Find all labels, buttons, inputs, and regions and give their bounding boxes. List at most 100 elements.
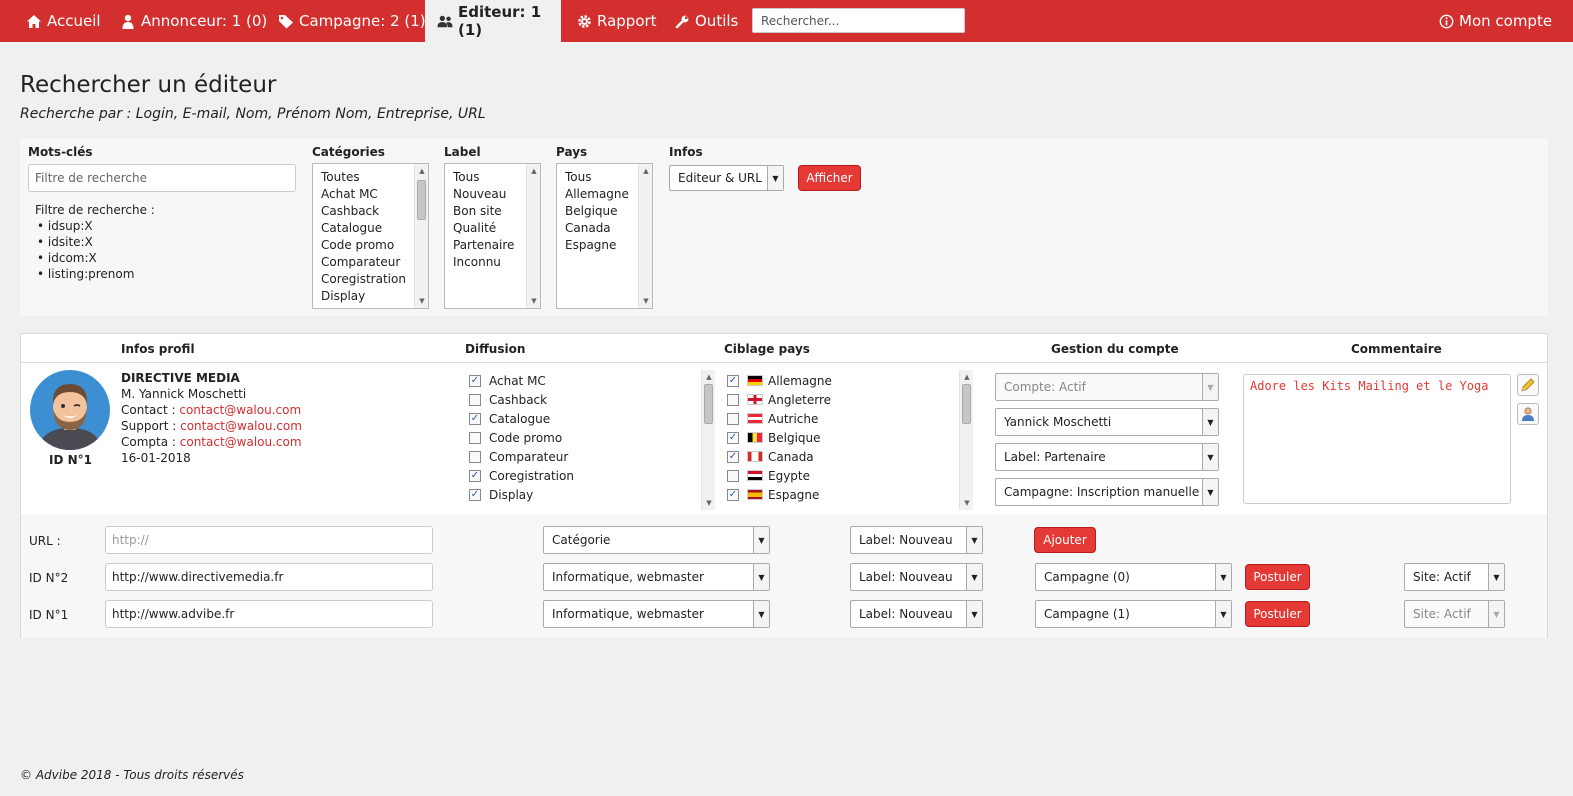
nav-advertiser[interactable]: Annonceur: 1 (0) <box>108 0 279 42</box>
targeting-option[interactable]: ✓ Belgique <box>727 428 973 447</box>
diffusion-checkbox[interactable]: ✓ <box>469 374 481 387</box>
publisher-id: ID N°1 <box>49 453 92 467</box>
targeting-option[interactable]: ✓ Espagne <box>727 485 973 504</box>
apply-button[interactable]: Postuler <box>1245 601 1310 627</box>
site-category-select[interactable]: Informatique, webmaster ▼ <box>543 600 770 628</box>
category-option[interactable]: Comparateur <box>321 254 428 271</box>
scroll-down-icon[interactable]: ▼ <box>527 294 540 308</box>
diffusion-checkbox[interactable] <box>469 450 481 463</box>
targeting-scrollbar[interactable]: ▲ ▼ <box>959 370 973 510</box>
new-label-select[interactable]: Label: Nouveau ▼ <box>850 526 983 554</box>
site-label-value: Label: Nouveau <box>859 570 953 584</box>
site-url-input[interactable]: http://www.advibe.fr <box>105 600 433 628</box>
nav-account[interactable]: Mon compte <box>1426 0 1564 42</box>
targeting-checklist[interactable]: ✓ Allemagne Angleterre Autriche ✓ Belgique ✓ Ca… <box>727 370 973 510</box>
diffusion-option[interactable]: Cashback <box>469 390 715 409</box>
categories-scrollbar[interactable]: ▲ ▼ <box>414 164 428 308</box>
nav-report-label: Rapport <box>597 12 657 30</box>
billing-email-link[interactable]: contact@walou.com <box>180 435 302 449</box>
info-select[interactable]: Editeur & URL ▼ <box>669 165 784 191</box>
site-label-select[interactable]: Label: Nouveau ▼ <box>850 600 983 628</box>
campaign-mode-select[interactable]: Campagne: Inscription manuelle ▼ <box>995 478 1219 506</box>
diffusion-checkbox[interactable]: ✓ <box>469 469 481 482</box>
label-listbox[interactable]: Tous Nouveau Bon site Qualité Partenaire… <box>444 163 541 309</box>
targeting-option[interactable]: Angleterre <box>727 390 973 409</box>
site-campaign-select[interactable]: Campagne (1) ▼ <box>1035 600 1232 628</box>
global-search-input[interactable] <box>752 8 965 33</box>
site-category-select[interactable]: Informatique, webmaster ▼ <box>543 563 770 591</box>
diffusion-option[interactable]: ✓ Catalogue <box>469 409 715 428</box>
label-scrollbar[interactable]: ▲ ▼ <box>526 164 540 308</box>
scroll-down-icon[interactable]: ▼ <box>415 294 428 308</box>
targeting-option[interactable]: ✓ Canada <box>727 447 973 466</box>
diffusion-scrollbar[interactable]: ▲ ▼ <box>701 370 715 510</box>
diffusion-option[interactable]: Code promo <box>469 428 715 447</box>
support-email-link[interactable]: contact@walou.com <box>180 419 302 433</box>
keywords-input[interactable] <box>28 164 296 192</box>
scroll-thumb[interactable] <box>962 384 971 424</box>
scroll-down-icon[interactable]: ▼ <box>702 496 715 510</box>
targeting-checkbox[interactable] <box>727 412 739 425</box>
new-category-select[interactable]: Catégorie ▼ <box>543 526 770 554</box>
site-campaign-select[interactable]: Campagne (0) ▼ <box>1035 563 1232 591</box>
site-label-select[interactable]: Label: Nouveau ▼ <box>850 563 983 591</box>
scroll-thumb[interactable] <box>704 384 713 424</box>
diffusion-checkbox[interactable] <box>469 431 481 444</box>
scroll-up-icon[interactable]: ▲ <box>527 164 540 178</box>
new-url-input[interactable]: http:// <box>105 526 433 554</box>
country-scrollbar[interactable]: ▲ ▼ <box>638 164 652 308</box>
scroll-up-icon[interactable]: ▲ <box>960 370 973 384</box>
category-option[interactable]: Display <box>321 288 428 305</box>
scroll-up-icon[interactable]: ▲ <box>639 164 652 178</box>
nav-campaign[interactable]: Campagne: 2 (1) <box>266 0 438 42</box>
targeting-checkbox[interactable]: ✓ <box>727 374 739 387</box>
edit-button[interactable] <box>1517 374 1539 396</box>
diffusion-option[interactable]: ✓ Achat MC <box>469 371 715 390</box>
site-status-select[interactable]: Site: Actif ▼ <box>1404 600 1505 628</box>
targeting-option[interactable]: ✓ Allemagne <box>727 371 973 390</box>
nav-home[interactable]: Accueil <box>14 0 113 42</box>
diffusion-option[interactable]: ✓ Display <box>469 485 715 504</box>
category-option[interactable]: Code promo <box>321 237 428 254</box>
nav-tools[interactable]: Outils <box>662 0 750 42</box>
targeting-checkbox[interactable]: ✓ <box>727 431 739 444</box>
nav-publisher[interactable]: Editeur: 1 (1) <box>425 0 561 42</box>
diffusion-checkbox[interactable]: ✓ <box>469 412 481 425</box>
diffusion-option[interactable]: ✓ Coregistration <box>469 466 715 485</box>
categories-listbox[interactable]: Toutes Achat MC Cashback Catalogue Code … <box>312 163 429 309</box>
add-site-button[interactable]: Ajouter <box>1034 527 1096 553</box>
targeting-checkbox[interactable]: ✓ <box>727 488 739 501</box>
targeting-checkbox[interactable]: ✓ <box>727 450 739 463</box>
category-option[interactable]: Coregistration <box>321 271 428 288</box>
comment-textarea[interactable]: Adore les Kits Mailing et le Yoga <box>1243 374 1511 504</box>
targeting-checkbox[interactable] <box>727 393 739 406</box>
scroll-down-icon[interactable]: ▼ <box>639 294 652 308</box>
show-button[interactable]: Afficher <box>798 165 861 191</box>
user-profile-button[interactable] <box>1517 403 1539 425</box>
diffusion-checklist[interactable]: ✓ Achat MC Cashback ✓ Catalogue Code promo Com… <box>469 370 715 510</box>
scroll-up-icon[interactable]: ▲ <box>415 164 428 178</box>
category-option[interactable]: Catalogue <box>321 220 428 237</box>
category-option[interactable]: Achat MC <box>321 186 428 203</box>
category-option[interactable]: Toutes <box>321 169 428 186</box>
apply-button[interactable]: Postuler <box>1245 564 1310 590</box>
diffusion-checkbox[interactable]: ✓ <box>469 488 481 501</box>
site-status-select[interactable]: Site: Actif ▼ <box>1404 563 1505 591</box>
publisher-label-select[interactable]: Label: Partenaire ▼ <box>995 443 1219 471</box>
scroll-thumb[interactable] <box>417 180 426 220</box>
country-listbox[interactable]: Tous Allemagne Belgique Canada Espagne ▲… <box>556 163 653 309</box>
manager-select[interactable]: Yannick Moschetti ▼ <box>995 408 1219 436</box>
diffusion-option-label: Display <box>489 487 534 502</box>
targeting-option[interactable]: Egypte <box>727 466 973 485</box>
targeting-option[interactable]: Autriche <box>727 409 973 428</box>
contact-email-link[interactable]: contact@walou.com <box>179 403 301 417</box>
scroll-up-icon[interactable]: ▲ <box>702 370 715 384</box>
site-url-input[interactable]: http://www.directivemedia.fr <box>105 563 433 591</box>
nav-report[interactable]: Rapport <box>564 0 669 42</box>
scroll-down-icon[interactable]: ▼ <box>960 496 973 510</box>
diffusion-checkbox[interactable] <box>469 393 481 406</box>
account-status-select[interactable]: Compte: Actif ▼ <box>995 373 1219 401</box>
targeting-checkbox[interactable] <box>727 469 739 482</box>
diffusion-option[interactable]: Comparateur <box>469 447 715 466</box>
category-option[interactable]: Cashback <box>321 203 428 220</box>
